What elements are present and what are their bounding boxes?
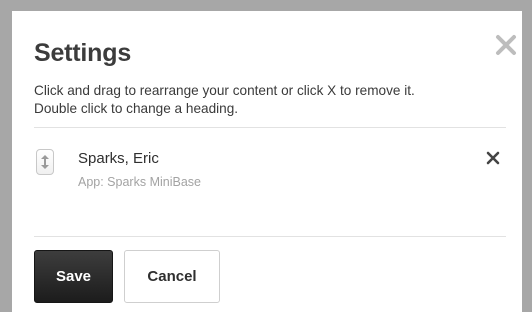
drag-handle-icon[interactable]	[36, 149, 54, 175]
list-item[interactable]: Sparks, Eric App: Sparks MiniBase	[34, 145, 506, 195]
item-name: Sparks, Eric	[78, 150, 159, 167]
dialog-description: Click and drag to rearrange your content…	[34, 82, 514, 118]
remove-icon[interactable]	[485, 150, 501, 166]
description-line-1: Click and drag to rearrange your content…	[34, 83, 415, 98]
item-app-label: App: Sparks MiniBase	[78, 175, 201, 189]
top-divider	[34, 127, 506, 128]
close-icon[interactable]	[494, 33, 518, 57]
bottom-divider	[34, 236, 506, 237]
save-button[interactable]: Save	[34, 250, 113, 303]
settings-dialog: Settings Click and drag to rearrange you…	[12, 11, 522, 312]
cancel-button[interactable]: Cancel	[124, 250, 220, 303]
description-line-2: Double click to change a heading.	[34, 101, 239, 116]
dialog-title: Settings	[34, 39, 132, 67]
